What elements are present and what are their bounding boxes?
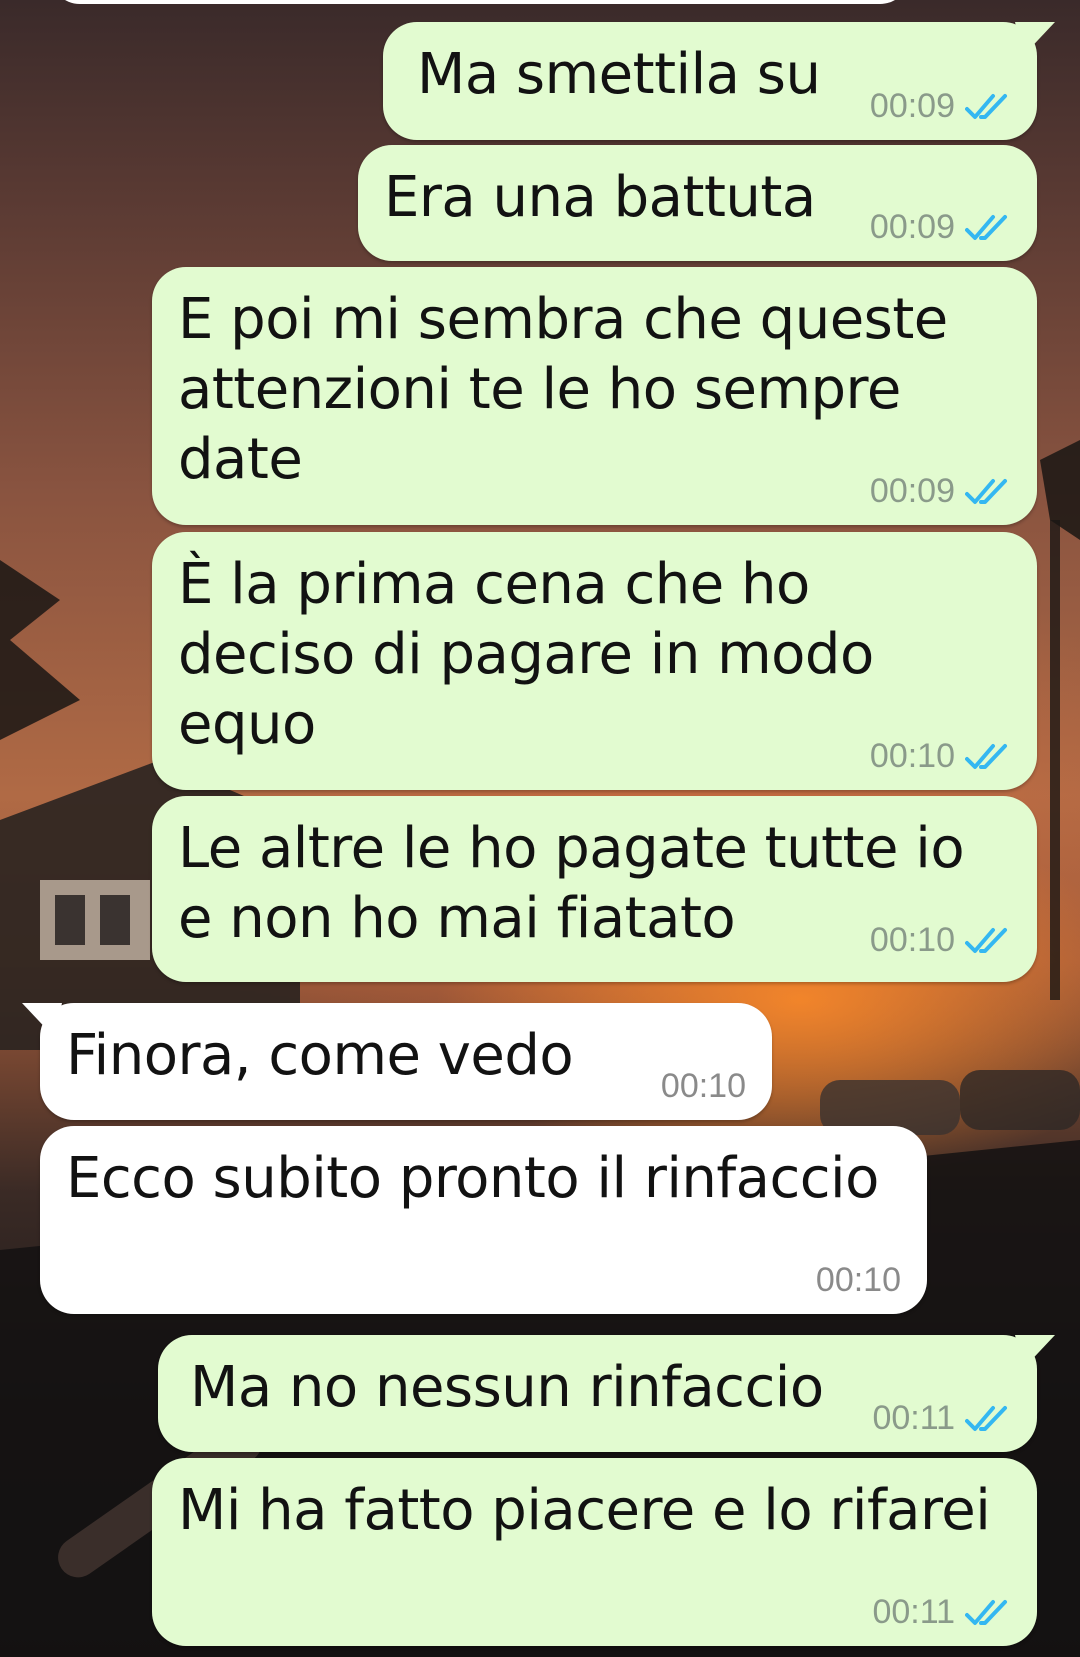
message-bubble-incoming[interactable]: Finora, come vedo 00:10: [22, 1003, 772, 1120]
message-timestamp: 00:11: [872, 1399, 955, 1437]
message-text: Finora, come vedo: [66, 1023, 574, 1088]
bubble-tail: [1015, 1335, 1055, 1369]
bubble-tail: [22, 1003, 62, 1037]
double-check-icon: [965, 93, 1007, 119]
message-bubble-outgoing[interactable]: E poi mi sembra che queste attenzioni te…: [152, 267, 1037, 525]
message-text: Ecco subito pronto il rinfaccio: [66, 1146, 879, 1211]
message-bubble-partial: [50, 0, 910, 4]
message-bubble-outgoing[interactable]: Le altre le ho pagate tutte io e non ho …: [152, 796, 1037, 982]
bubble-tail: [1015, 22, 1055, 56]
message-timestamp: 00:10: [869, 921, 955, 959]
message-timestamp: 00:10: [660, 1067, 746, 1105]
double-check-icon: [965, 927, 1007, 953]
double-check-icon: [965, 214, 1007, 240]
message-bubble-outgoing[interactable]: È la prima cena che ho deciso di pagare …: [152, 532, 1037, 790]
double-check-icon: [965, 478, 1007, 504]
message-timestamp: 00:10: [869, 737, 955, 775]
message-text: E poi mi sembra che queste attenzioni te…: [178, 287, 948, 492]
message-text: È la prima cena che ho deciso di pagare …: [178, 552, 874, 757]
message-bubble-outgoing[interactable]: Ma smettila su 00:09: [383, 22, 1055, 140]
message-bubble-incoming[interactable]: Ecco subito pronto il rinfaccio 00:10: [40, 1126, 927, 1314]
message-timestamp: 00:09: [869, 208, 955, 246]
message-timestamp: 00:11: [872, 1593, 955, 1631]
message-text: Mi ha fatto piacere e lo rifarei: [178, 1478, 991, 1543]
message-bubble-outgoing[interactable]: Era una battuta 00:09: [358, 145, 1037, 261]
message-timestamp: 00:09: [869, 87, 955, 125]
message-timestamp: 00:09: [869, 472, 955, 510]
double-check-icon: [965, 743, 1007, 769]
message-bubble-outgoing[interactable]: Ma no nessun rinfaccio 00:11: [158, 1335, 1055, 1452]
message-bubble-outgoing[interactable]: Mi ha fatto piacere e lo rifarei 00:11: [152, 1458, 1037, 1646]
double-check-icon: [965, 1405, 1007, 1431]
double-check-icon: [965, 1599, 1007, 1625]
message-timestamp: 00:10: [815, 1261, 901, 1299]
